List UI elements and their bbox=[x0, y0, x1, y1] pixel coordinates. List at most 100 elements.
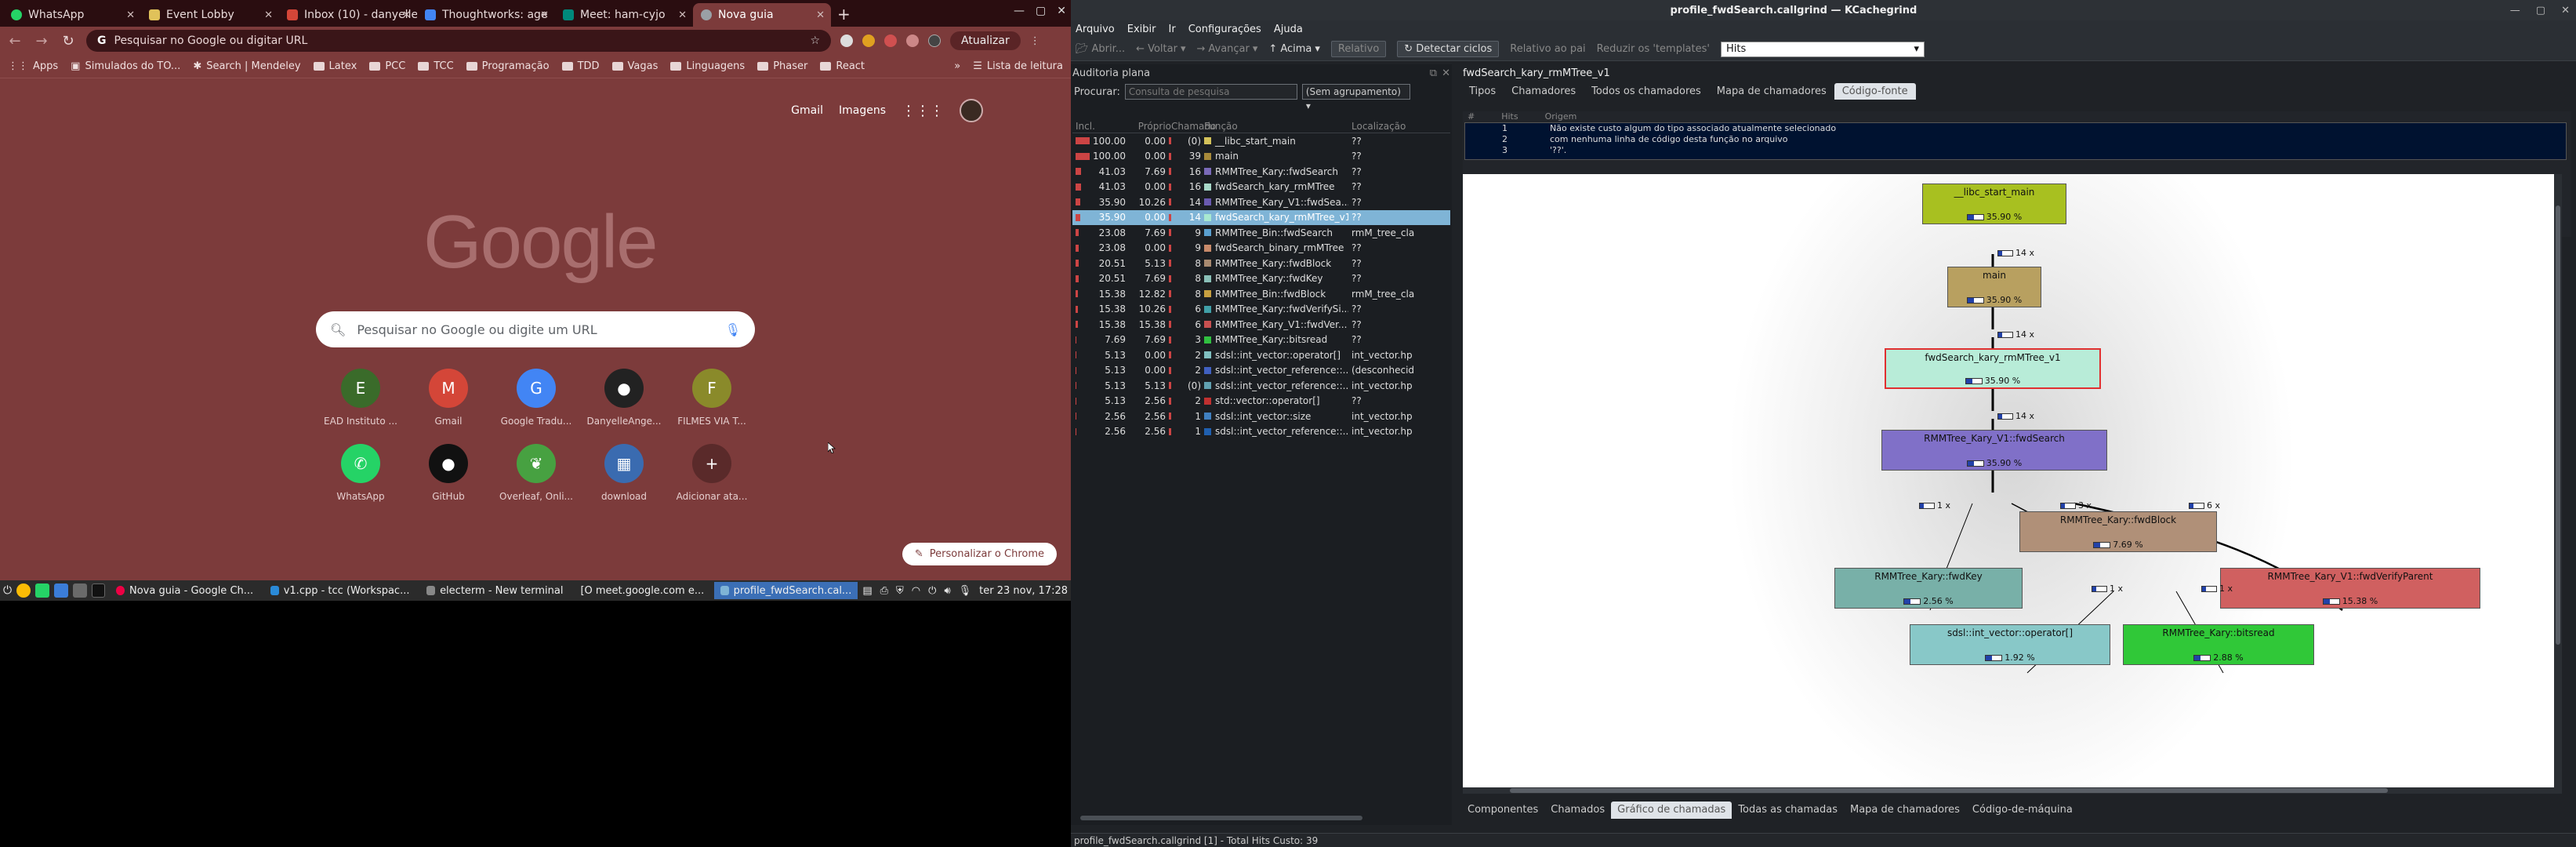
graph-node[interactable]: RMMTree_Kary::fwdBlock 7.69 % bbox=[2019, 511, 2217, 552]
tab-mapa-chamadores-bottom[interactable]: Mapa de chamadores bbox=[1844, 802, 1966, 819]
customize-chrome-button[interactable]: ✎ Personalizar o Chrome bbox=[902, 543, 1057, 565]
graph-node[interactable]: RMMTree_Kary_V1::fwdVerifyParent 15.38 % bbox=[2220, 568, 2480, 609]
forward-button[interactable]: → Avançar ▾ bbox=[1196, 43, 1257, 55]
menu-kebab-icon[interactable]: ⋮ bbox=[1030, 35, 1040, 47]
table-row[interactable]: 23.08 7.69 9 RMMTree_Bin::fwdSearch rmM_tree… bbox=[1072, 225, 1450, 241]
bookmark-star-icon[interactable]: ☆ bbox=[810, 35, 820, 47]
graph-node[interactable]: main 35.90 % bbox=[1947, 267, 2041, 307]
files-launcher-icon[interactable] bbox=[72, 583, 87, 598]
forward-icon[interactable]: → bbox=[33, 33, 50, 49]
grouping-select[interactable]: (Sem agrupamento) ▾ bbox=[1301, 84, 1410, 111]
reading-list-button[interactable]: ☰ Lista de leitura bbox=[973, 60, 1063, 72]
puzzle-icon[interactable] bbox=[906, 35, 919, 47]
table-row[interactable]: 15.38 10.26 6 RMMTree_Kary::fwdVerifySi...?… bbox=[1072, 302, 1450, 318]
shortcut-tile[interactable]: F FILMES VIA T... bbox=[668, 369, 756, 427]
bookmark-folder-tdd[interactable]: TDD bbox=[561, 60, 600, 72]
vertical-scrollbar[interactable] bbox=[2554, 174, 2562, 794]
bookmark-folder-programacao[interactable]: Programação bbox=[466, 60, 550, 72]
close-icon[interactable]: ✕ bbox=[402, 9, 411, 21]
col-self[interactable]: Próprio bbox=[1126, 121, 1171, 132]
new-tab-button[interactable]: + bbox=[837, 3, 851, 27]
table-row[interactable]: 41.03 7.69 16 RMMTree_Kary::fwdSearch?? bbox=[1072, 164, 1450, 180]
wifi-icon[interactable]: ◠ bbox=[912, 585, 920, 597]
source-line[interactable]: 1 Não existe custo algum do tipo associad… bbox=[1465, 123, 2566, 134]
table-row[interactable]: 35.90 0.00 14 fwdSearch_kary_rmMTree_v1?? bbox=[1072, 209, 1450, 225]
tab-todos-chamadores[interactable]: Todos os chamadores bbox=[1584, 83, 1709, 100]
task-meet[interactable]: [O meet.google.com e... bbox=[574, 582, 709, 599]
tab-chamados[interactable]: Chamados bbox=[1544, 802, 1611, 819]
tab-whatsapp[interactable]: WhatsApp ✕ bbox=[3, 3, 141, 27]
table-row[interactable]: 20.51 5.13 8 RMMTree_Kary::fwdBlock?? bbox=[1072, 256, 1450, 271]
close-icon[interactable]: ✕ bbox=[2561, 5, 2570, 16]
microphone-icon[interactable]: 🎙︎ bbox=[725, 322, 741, 337]
gmail-link[interactable]: Gmail bbox=[791, 104, 823, 117]
maximize-icon[interactable]: ▢ bbox=[1036, 5, 1046, 17]
graph-node[interactable]: sdsl::int_vector::operator[] 1.92 % bbox=[1910, 624, 2110, 665]
table-row[interactable]: 20.51 7.69 8 RMMTree_Kary::fwdKey?? bbox=[1072, 271, 1450, 287]
shield-icon[interactable]: ⛨ bbox=[896, 585, 904, 597]
microphone-icon[interactable]: 🎙︎ bbox=[959, 585, 972, 597]
col-hits[interactable]: Hits bbox=[1501, 111, 1518, 122]
close-icon[interactable]: ✕ bbox=[816, 9, 825, 21]
power-icon[interactable]: ⏻ bbox=[3, 584, 12, 597]
graph-node[interactable]: __libc_start_main 35.90 % bbox=[1922, 184, 2066, 224]
shortcut-tile[interactable]: E EAD Instituto ... bbox=[317, 369, 405, 427]
tab-grafico-chamadas[interactable]: Gráfico de chamadas bbox=[1611, 802, 1732, 819]
minimize-icon[interactable]: — bbox=[1014, 5, 1025, 17]
table-row[interactable]: 5.13 2.56 2 std::vector::operator[]?? bbox=[1072, 394, 1450, 409]
shortcut-tile[interactable]: + Adicionar ata... bbox=[668, 444, 756, 502]
detect-cycles-toggle[interactable]: ↻ Detectar ciclos bbox=[1397, 41, 1500, 57]
chrome-launcher-icon[interactable] bbox=[16, 583, 31, 598]
task-vscode[interactable]: v1.cpp - tcc (Workspac... bbox=[264, 582, 415, 599]
open-button[interactable]: 📂︎ Abrir... bbox=[1076, 43, 1125, 55]
volume-icon[interactable]: 🔊︎ bbox=[944, 585, 950, 597]
table-row[interactable]: 5.13 0.00 2 sdsl::int_vector_reference::...… bbox=[1072, 363, 1450, 379]
close-icon[interactable]: ✕ bbox=[540, 9, 549, 21]
search-input[interactable]: 🔍︎ Pesquisar no Google ou digite um URL … bbox=[316, 311, 755, 347]
tab-meet[interactable]: Meet: ham-cyjo ✕ bbox=[555, 3, 693, 27]
search-input[interactable]: Consulta de pesquisa bbox=[1124, 84, 1297, 100]
tab-codigo-maquina[interactable]: Código-de-máquina bbox=[1966, 802, 2079, 819]
bookmark-mendeley[interactable]: ✱ Search | Mendeley bbox=[193, 60, 300, 72]
shortcut-tile[interactable]: ▦ download bbox=[580, 444, 668, 502]
col-origin[interactable]: Origem bbox=[1545, 111, 1577, 122]
bookmark-folder-linguagens[interactable]: Linguagens bbox=[670, 60, 745, 72]
extension-icon[interactable] bbox=[840, 35, 853, 47]
table-row[interactable]: 5.13 5.13 (0) sdsl::int_vector_reference::.… bbox=[1072, 378, 1450, 394]
extension-bolt-icon[interactable] bbox=[862, 35, 875, 47]
source-line[interactable]: 2 com nenhuma linha de código desta funçã… bbox=[1465, 134, 2566, 145]
spreadsheet-launcher-icon[interactable] bbox=[34, 583, 49, 598]
table-row[interactable]: 15.38 15.38 6 RMMTree_Kary_V1::fwdVer...?? bbox=[1072, 317, 1450, 333]
tab-inbox[interactable]: Inbox (10) - danyelle ✕ bbox=[279, 3, 417, 27]
task-electerm[interactable]: electerm - New terminal bbox=[420, 582, 569, 599]
bookmark-folder-react[interactable]: React bbox=[820, 60, 865, 72]
tab-event-lobby[interactable]: Event Lobby ✕ bbox=[141, 3, 279, 27]
tab-thoughtworks[interactable]: Thoughtworks: age ✕ bbox=[417, 3, 555, 27]
close-icon[interactable]: ✕ bbox=[126, 9, 135, 21]
bookmark-folder-latex[interactable]: Latex bbox=[313, 60, 357, 72]
menu-arquivo[interactable]: Arquivo bbox=[1076, 24, 1115, 35]
graph-node[interactable]: RMMTree_Kary::fwdKey 2.56 % bbox=[1834, 568, 2023, 609]
relative-toggle[interactable]: Relativo bbox=[1330, 41, 1387, 57]
up-button[interactable]: ↑ Acima ▾ bbox=[1268, 43, 1320, 55]
writer-launcher-icon[interactable] bbox=[53, 583, 68, 598]
tab-codigo-fonte[interactable]: Código-fonte bbox=[1834, 82, 1916, 100]
avatar[interactable] bbox=[960, 99, 983, 122]
maximize-icon[interactable]: ▢ bbox=[2536, 5, 2545, 16]
horizontal-scrollbar[interactable] bbox=[1080, 816, 1362, 820]
call-graph[interactable]: __libc_start_main 35.90 % main 35.90 % fwdSe… bbox=[1463, 174, 2562, 794]
table-row[interactable]: 5.13 0.00 2 sdsl::int_vector::operator[] int… bbox=[1072, 347, 1450, 363]
table-row[interactable]: 23.08 0.00 9 fwdSearch_binary_rmMTree?? bbox=[1072, 241, 1450, 256]
col-incl[interactable]: Incl. bbox=[1072, 121, 1126, 132]
close-icon[interactable]: ✕ bbox=[678, 9, 687, 21]
reload-icon[interactable]: ↻ bbox=[60, 33, 77, 49]
table-row[interactable]: 100.00 0.00 39 main?? bbox=[1072, 149, 1450, 165]
shorten-templates-toggle[interactable]: Reduzir os 'templates' bbox=[1597, 43, 1710, 55]
address-bar[interactable]: G Pesquisar no Google ou digitar URL ☆ bbox=[86, 30, 831, 52]
menu-ajuda[interactable]: Ajuda bbox=[1274, 24, 1303, 35]
source-line[interactable]: 3 '??'. bbox=[1465, 145, 2566, 156]
menu-ir[interactable]: Ir bbox=[1169, 24, 1176, 35]
clipboard-icon[interactable]: ▤ bbox=[862, 585, 872, 597]
bookmark-folder-phaser[interactable]: Phaser bbox=[757, 60, 807, 72]
menu-configuracoes[interactable]: Configurações bbox=[1188, 24, 1261, 35]
